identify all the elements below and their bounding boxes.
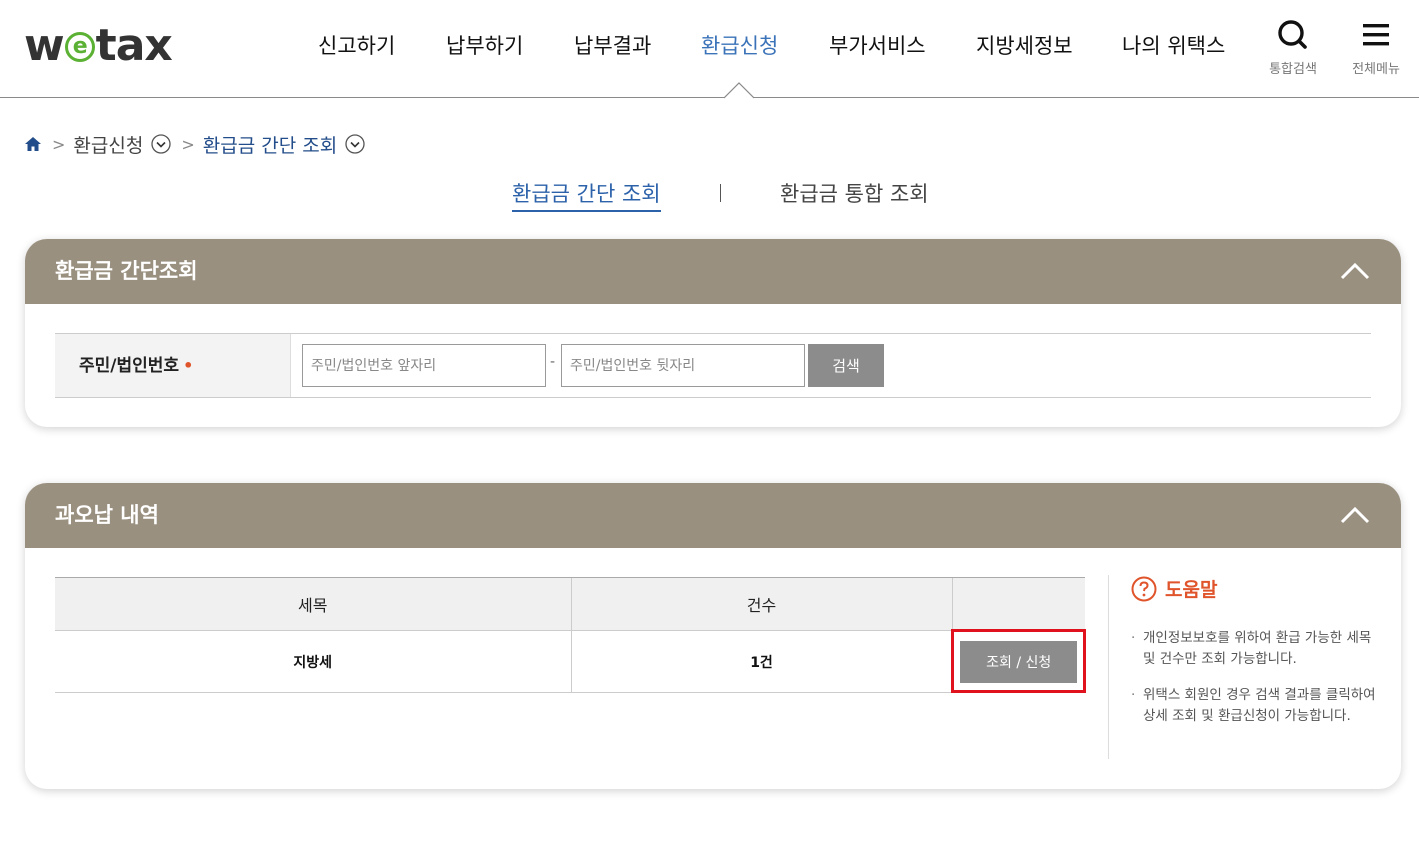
integrated-search-button[interactable]: 통합검색 [1261, 20, 1325, 77]
help-box: 도움말 개인정보보호를 위하여 환급 가능한 세목 및 건수만 조회 가능합니다… [1108, 575, 1378, 759]
breadcrumb-level1[interactable]: 환급신청 [73, 131, 143, 158]
tab-simple-refund-inquiry[interactable]: 환급금 간단 조회 [512, 178, 661, 212]
full-menu-button[interactable]: 전체메뉴 [1344, 20, 1408, 77]
help-item: 위택스 회원인 경우 검색 결과를 클릭하여 상세 조회 및 환급신청이 가능합… [1131, 685, 1378, 727]
resident-number-front-input[interactable] [302, 344, 546, 387]
panel-title: 환급금 간단조회 [55, 259, 198, 283]
overpayment-table: 세목 건수 지방세 1건 조회 / 신청 [55, 577, 1085, 693]
column-header-tax-item: 세목 [55, 577, 571, 631]
help-item: 개인정보보호를 위하여 환급 가능한 세목 및 건수만 조회 가능합니다. [1131, 628, 1378, 670]
chevron-up-icon[interactable] [1339, 259, 1371, 283]
simple-inquiry-panel: 환급금 간단조회 주민/법인번호• - 검색 [25, 239, 1401, 427]
resident-number-back-input[interactable] [561, 344, 805, 387]
hamburger-icon [1363, 24, 1389, 46]
integrated-search-label: 통합검색 [1269, 62, 1317, 77]
help-title: 도움말 [1131, 575, 1378, 602]
nav-item-pay[interactable]: 납부하기 [446, 30, 523, 60]
question-circle-icon [1131, 576, 1157, 601]
nav-item-my-wetax[interactable]: 나의 위택스 [1122, 30, 1225, 60]
tab-integrated-refund-inquiry[interactable]: 환급금 통합 조회 [780, 178, 929, 208]
resident-number-label: 주민/법인번호 • [55, 334, 291, 397]
chevron-right-icon: > [52, 134, 66, 154]
help-list: 개인정보보호를 위하여 환급 가능한 세목 및 건수만 조회 가능합니다. 위택… [1131, 628, 1378, 727]
site-header: w e tax 신고하기 납부하기 납부결과 환급신청 부가서비스 지방세정보 나의… [0, 0, 1419, 99]
full-menu-label: 전체메뉴 [1352, 62, 1400, 77]
resident-number-row: 주민/법인번호• - 검색 [55, 333, 1371, 398]
breadcrumb: > 환급신청 > 환급금 간단 조회 [24, 131, 365, 158]
sub-tabs: 환급금 간단 조회 환급금 통합 조회 [0, 178, 1419, 212]
cell-tax-item: 지방세 [55, 630, 571, 693]
table-row: 지방세 1건 조회 / 신청 [55, 630, 1085, 693]
chevron-down-circle-icon[interactable] [345, 134, 365, 154]
column-header-count: 건수 [570, 577, 952, 631]
panel-header: 환급금 간단조회 [25, 239, 1401, 304]
home-icon[interactable] [24, 135, 42, 153]
chevron-right-icon: > [181, 134, 195, 154]
nav-item-refund[interactable]: 환급신청 [701, 30, 778, 60]
search-button[interactable]: 검색 [808, 344, 884, 387]
global-nav: 신고하기 납부하기 납부결과 환급신청 부가서비스 지방세정보 나의 위택스 [0, 30, 1419, 62]
overpayment-panel: 과오납 내역 세목 건수 지방세 1건 조회 / 신청 도움말 · 개인정보보호… [25, 483, 1401, 789]
breadcrumb-current[interactable]: 환급금 간단 조회 [203, 131, 337, 158]
chevron-up-icon[interactable] [1339, 503, 1371, 527]
field-label-text: 주민/법인번호 [79, 356, 180, 376]
nav-item-extra-services[interactable]: 부가서비스 [829, 30, 926, 60]
highlight-box [951, 629, 1086, 693]
chevron-down-circle-icon[interactable] [151, 134, 171, 154]
nav-item-pay-result[interactable]: 납부결과 [574, 30, 651, 60]
nav-item-local-tax-info[interactable]: 지방세정보 [976, 30, 1073, 60]
cell-count: 1건 [570, 630, 952, 693]
search-icon [1278, 20, 1307, 49]
panel-header: 과오납 내역 [25, 483, 1401, 548]
help-title-text: 도움말 [1165, 579, 1218, 601]
panel-title: 과오납 내역 [55, 503, 159, 527]
tab-divider [720, 184, 721, 202]
required-mark: • [183, 356, 194, 375]
table-header-row: 세목 건수 [55, 577, 1085, 631]
number-separator: - [550, 354, 556, 370]
active-menu-caret [724, 82, 754, 99]
column-header-action [951, 577, 1085, 631]
nav-item-report[interactable]: 신고하기 [318, 30, 395, 60]
